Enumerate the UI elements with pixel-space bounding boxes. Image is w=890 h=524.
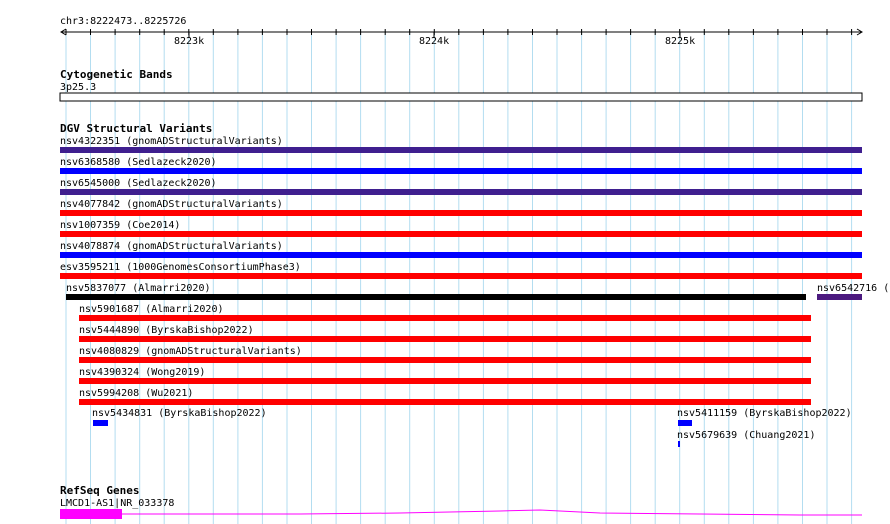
refseq-gene-label: LMCD1-AS1|NR_033378 [60, 498, 174, 509]
refseq-intron-line [122, 509, 862, 516]
dgv-feature[interactable]: nsv5434831 (ByrskaBishop2022) [92, 408, 267, 426]
dgv-feature[interactable]: nsv4322351 (gnomADStructuralVariants) [60, 136, 862, 153]
dgv-feature[interactable]: nsv5679639 (Chuang2021) [677, 430, 815, 447]
dgv-feature[interactable]: nsv6542716 (S [817, 283, 890, 300]
ruler-tick-label-8224k: 8224k [419, 36, 449, 47]
dgv-feature[interactable]: nsv5901687 (Almarri2020) [79, 304, 811, 321]
ruler-track: chr3:8222473..8225726 8223k 8224k 8225k [60, 16, 863, 47]
dgv-feature-bar[interactable] [79, 357, 811, 363]
dgv-feature-label: nsv1007359 (Coe2014) [60, 220, 180, 231]
dgv-feature-bar[interactable] [60, 210, 862, 216]
dgv-feature-bar[interactable] [60, 231, 862, 237]
dgv-feature-bar[interactable] [60, 147, 862, 153]
dgv-feature[interactable]: nsv4078874 (gnomADStructuralVariants) [60, 241, 862, 258]
dgv-feature[interactable]: nsv6545000 (Sedlazeck2020) [60, 178, 862, 195]
dgv-feature-bar[interactable] [93, 420, 108, 426]
ruler-tick-label-8225k: 8225k [665, 36, 695, 47]
dgv-feature[interactable]: nsv6368580 (Sedlazeck2020) [60, 157, 862, 174]
dgv-feature-label: nsv6368580 (Sedlazeck2020) [60, 157, 217, 168]
cytoband-track: Cytogenetic Bands 3p25.3 [59, 68, 863, 102]
ruler-position-label: chr3:8222473..8225726 [60, 16, 186, 27]
dgv-feature[interactable]: nsv4390324 (Wong2019) [79, 367, 811, 384]
dgv-feature-label: nsv5411159 (ByrskaBishop2022) [677, 408, 852, 419]
dgv-feature-label: nsv5837077 (Almarri2020) [66, 283, 211, 294]
cytoband-track-title[interactable]: Cytogenetic Bands [60, 68, 173, 81]
dgv-feature-label: nsv5994208 (Wu2021) [79, 388, 193, 399]
dgv-feature-bar[interactable] [60, 168, 862, 174]
dgv-feature[interactable]: nsv1007359 (Coe2014) [60, 220, 862, 237]
dgv-feature-label: esv3595211 (1000GenomesConsortiumPhase3) [60, 262, 301, 273]
dgv-feature-bar[interactable] [678, 420, 692, 426]
dgv-feature[interactable]: nsv5994208 (Wu2021) [79, 388, 811, 405]
dgv-feature-label: nsv5434831 (ByrskaBishop2022) [92, 408, 267, 419]
cytoband-label: 3p25.3 [60, 82, 96, 93]
ruler-tick-label-8223k: 8223k [174, 36, 204, 47]
dgv-feature-label: nsv4390324 (Wong2019) [79, 367, 205, 378]
dgv-feature[interactable]: nsv5411159 (ByrskaBishop2022) [677, 408, 852, 426]
dgv-feature-bar[interactable] [66, 294, 806, 300]
dgv-feature-label: nsv4077842 (gnomADStructuralVariants) [60, 199, 283, 210]
dgv-feature-label: nsv6542716 (S [817, 283, 890, 294]
dgv-track: DGV Structural Variants nsv4322351 (gnom… [60, 122, 890, 447]
dgv-feature-bar[interactable] [79, 399, 811, 405]
refseq-exon[interactable] [60, 509, 122, 519]
dgv-feature[interactable]: nsv5444890 (ByrskaBishop2022) [79, 325, 811, 342]
refseq-track-title[interactable]: RefSeq Genes [60, 484, 139, 497]
dgv-feature[interactable]: nsv4080829 (gnomADStructuralVariants) [79, 346, 811, 363]
dgv-track-title[interactable]: DGV Structural Variants [60, 122, 212, 135]
dgv-feature-bar[interactable] [79, 378, 811, 384]
cytoband-glyph[interactable] [59, 92, 863, 102]
dgv-feature-bar[interactable] [678, 441, 680, 447]
dgv-feature-bar[interactable] [79, 336, 811, 342]
refseq-track: RefSeq Genes LMCD1-AS1|NR_033378 [60, 484, 862, 519]
dgv-feature-label: nsv4080829 (gnomADStructuralVariants) [79, 346, 302, 357]
dgv-feature-bar[interactable] [60, 273, 862, 279]
dgv-feature-bar[interactable] [60, 189, 862, 195]
dgv-feature[interactable]: esv3595211 (1000GenomesConsortiumPhase3) [60, 262, 862, 279]
dgv-feature[interactable]: nsv4077842 (gnomADStructuralVariants) [60, 199, 862, 216]
dgv-feature-bar[interactable] [817, 294, 862, 300]
dgv-feature-bar[interactable] [79, 315, 811, 321]
dgv-feature-label: nsv6545000 (Sedlazeck2020) [60, 178, 217, 189]
dgv-feature[interactable]: nsv5837077 (Almarri2020) [66, 283, 806, 300]
dgv-feature-label: nsv4322351 (gnomADStructuralVariants) [60, 136, 283, 147]
dgv-feature-label: nsv5679639 (Chuang2021) [677, 430, 815, 441]
genome-browser-view: chr3:8222473..8225726 8223k 8224k 8225k … [59, 16, 890, 524]
dgv-feature-bar[interactable] [60, 252, 862, 258]
dgv-feature-label: nsv4078874 (gnomADStructuralVariants) [60, 241, 283, 252]
dgv-feature-label: nsv5901687 (Almarri2020) [79, 304, 224, 315]
refseq-gene-feature[interactable] [60, 509, 862, 519]
dgv-feature-label: nsv5444890 (ByrskaBishop2022) [79, 325, 254, 336]
